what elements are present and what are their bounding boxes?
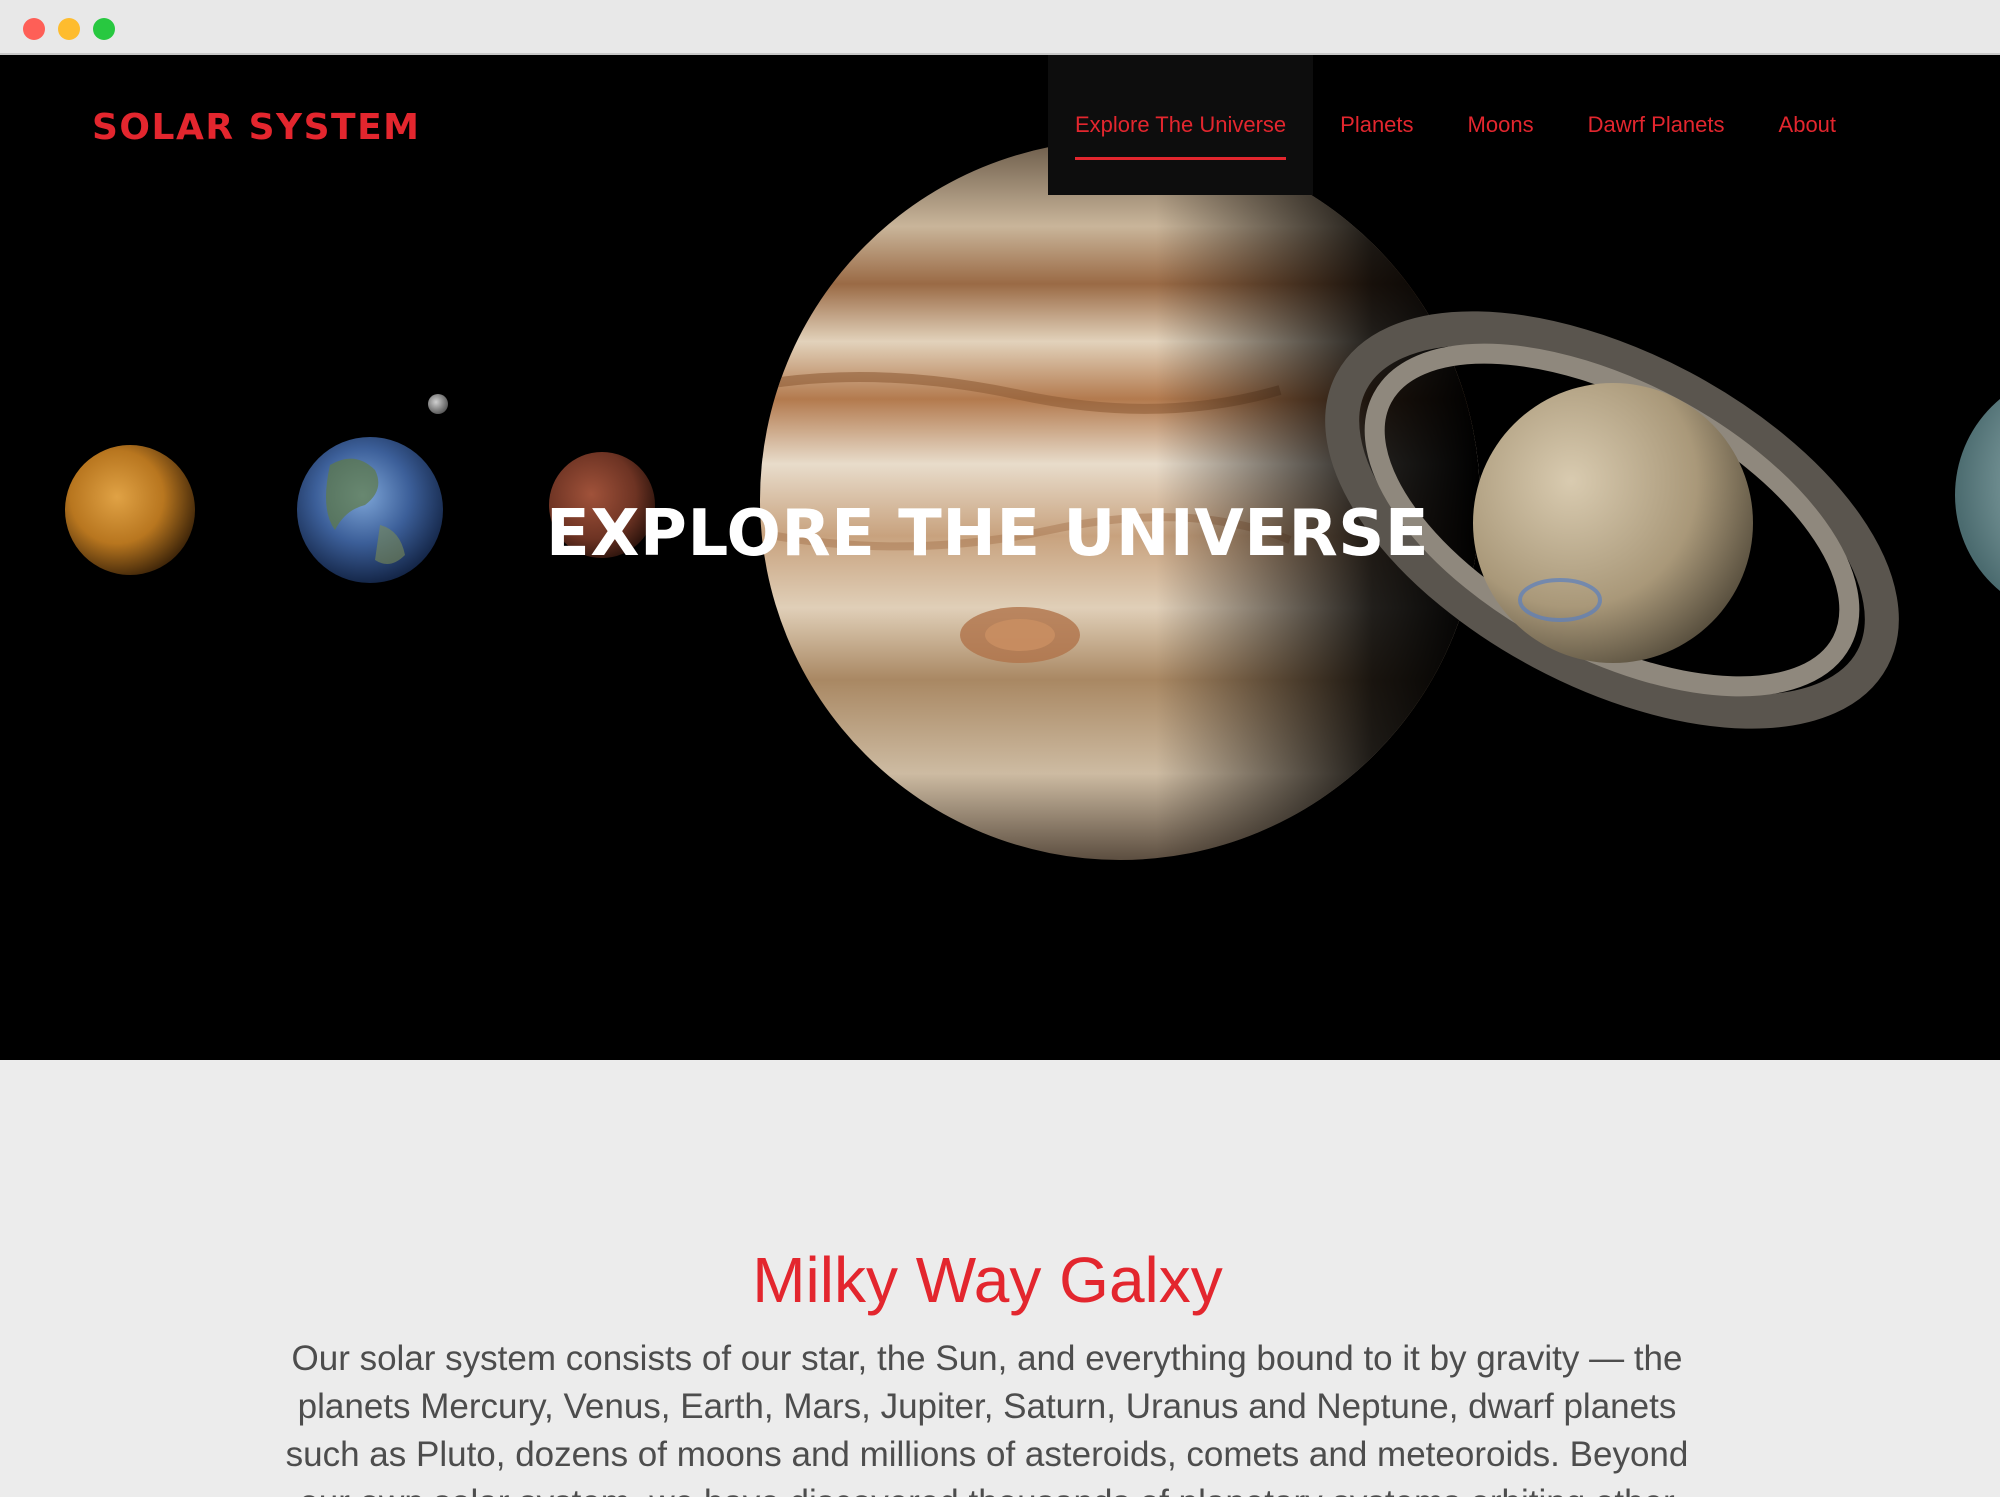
close-window-button[interactable] [23, 18, 45, 40]
nav-label: About [1778, 112, 1837, 137]
nav-label: Explore The Universe [1075, 112, 1287, 137]
nav-dwarf-planets[interactable]: Dawrf Planets [1561, 55, 1752, 195]
section-paragraph: Our solar system consists of our star, t… [285, 1339, 1689, 1497]
nav-about[interactable]: About [1752, 55, 1864, 195]
site-logo[interactable]: SOLAR SYSTEM [92, 107, 420, 148]
window-titlebar [0, 0, 2000, 55]
main-navigation: Explore The Universe Planets Moons Dawrf… [1048, 55, 1863, 195]
uranus-planet [1955, 398, 2000, 592]
zoom-window-button[interactable] [93, 18, 115, 40]
nav-planets[interactable]: Planets [1313, 55, 1440, 195]
nav-label: Planets [1340, 112, 1414, 137]
minimize-window-button[interactable] [58, 18, 80, 40]
browser-window: SOLAR SYSTEM Explore The Universe Planet… [0, 0, 2000, 1497]
intro-section: Milky Way Galxy Our solar system consist… [0, 1060, 2000, 1497]
nav-explore-the-universe[interactable]: Explore The Universe [1048, 55, 1314, 195]
moon-body [428, 394, 448, 414]
hero-section: SOLAR SYSTEM Explore The Universe Planet… [0, 55, 2000, 1060]
active-nav-underline [1075, 157, 1287, 160]
nav-label: Dawrf Planets [1587, 112, 1725, 137]
nav-moons[interactable]: Moons [1441, 55, 1561, 195]
nav-label: Moons [1467, 112, 1534, 137]
hero-title: EXPLORE THE UNIVERSE [545, 497, 1430, 571]
section-heading: Milky Way Galxy [752, 1244, 1223, 1317]
